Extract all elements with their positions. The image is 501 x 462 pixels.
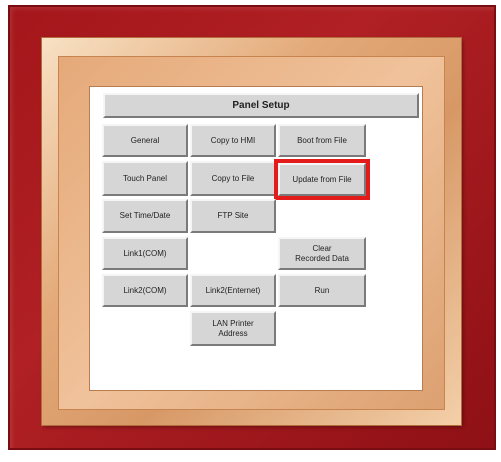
- link2-ethernet-button[interactable]: Link2(Enternet): [190, 274, 276, 307]
- copy-to-hmi-button[interactable]: Copy to HMI: [190, 124, 276, 157]
- copy-to-file-button[interactable]: Copy to File: [190, 161, 276, 196]
- run-button[interactable]: Run: [278, 274, 366, 307]
- set-time-date-button[interactable]: Set Time/Date: [102, 199, 188, 233]
- panel-setup-title-bar: Panel Setup: [103, 93, 419, 118]
- lan-printer-address-button[interactable]: LAN Printer Address: [190, 311, 276, 346]
- clear-recorded-data-button[interactable]: Clear Recorded Data: [278, 237, 366, 270]
- boot-from-file-button[interactable]: Boot from File: [278, 124, 366, 157]
- link2-com-button[interactable]: Link2(COM): [102, 274, 188, 307]
- ftp-site-button[interactable]: FTP Site: [190, 199, 276, 233]
- selection-highlight: [274, 159, 370, 200]
- link1-com-button[interactable]: Link1(COM): [102, 237, 188, 270]
- touch-panel-button[interactable]: Touch Panel: [102, 161, 188, 196]
- general-button[interactable]: General: [102, 124, 188, 157]
